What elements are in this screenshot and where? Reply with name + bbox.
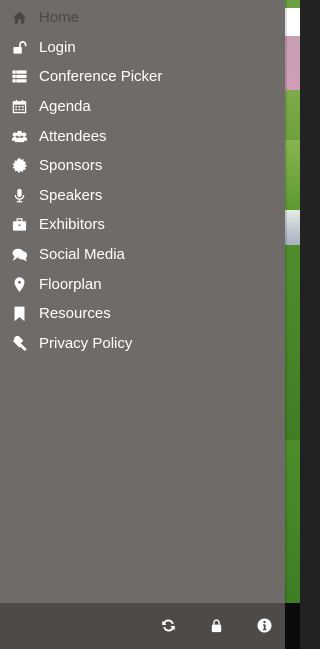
info-icon: [256, 617, 272, 633]
menu-item-label: Floorplan: [39, 275, 102, 293]
menu-item-agenda[interactable]: Agenda: [0, 92, 285, 122]
menu-item-label: Login: [39, 38, 76, 56]
menu-item-exhibitors[interactable]: Exhibitors: [0, 210, 285, 240]
menu-item-attendees[interactable]: Attendees: [0, 121, 285, 151]
bottom-toolbar: [0, 603, 285, 649]
refresh-button[interactable]: [159, 616, 177, 634]
list-icon: [11, 69, 27, 85]
menu-item-label: Social Media: [39, 246, 125, 264]
side-drawer: Home Login Conference Picker Agenda Atte…: [0, 0, 285, 603]
menu-item-resources[interactable]: Resources: [0, 299, 285, 329]
menu-item-label: Agenda: [39, 98, 91, 116]
menu-item-home[interactable]: Home: [0, 3, 285, 33]
gavel-icon: [11, 335, 27, 351]
menu-item-label: Privacy Policy: [39, 334, 133, 352]
menu-item-sponsors[interactable]: Sponsors: [0, 151, 285, 181]
unlock-icon: [11, 39, 27, 55]
menu-item-login[interactable]: Login: [0, 33, 285, 63]
menu-item-label: Exhibitors: [39, 216, 105, 234]
certificate-icon: [11, 158, 27, 174]
menu-item-label: Sponsors: [39, 157, 103, 175]
background-photo: [285, 0, 300, 603]
home-icon: [11, 10, 27, 26]
menu-item-privacy-policy[interactable]: Privacy Policy: [0, 329, 285, 359]
menu-item-label: Attendees: [39, 127, 107, 145]
menu-item-label: Resources: [39, 305, 111, 323]
comments-icon: [11, 247, 27, 263]
background-edge: [285, 603, 300, 649]
bookmark-icon: [11, 306, 27, 322]
menu-item-label: Conference Picker: [39, 68, 163, 86]
menu-item-speakers[interactable]: Speakers: [0, 181, 285, 211]
menu-item-label: Speakers: [39, 186, 103, 204]
info-button[interactable]: [255, 616, 273, 634]
microphone-icon: [11, 187, 27, 203]
menu-item-label: Home: [39, 9, 80, 27]
lock-button[interactable]: [207, 616, 225, 634]
briefcase-icon: [11, 217, 27, 233]
lock-icon: [209, 618, 224, 633]
map-marker-icon: [11, 276, 27, 292]
menu-item-social-media[interactable]: Social Media: [0, 240, 285, 270]
calendar-icon: [11, 99, 27, 115]
menu-item-floorplan[interactable]: Floorplan: [0, 269, 285, 299]
menu-item-conference-picker[interactable]: Conference Picker: [0, 62, 285, 92]
refresh-icon: [161, 618, 176, 633]
users-icon: [11, 128, 27, 144]
